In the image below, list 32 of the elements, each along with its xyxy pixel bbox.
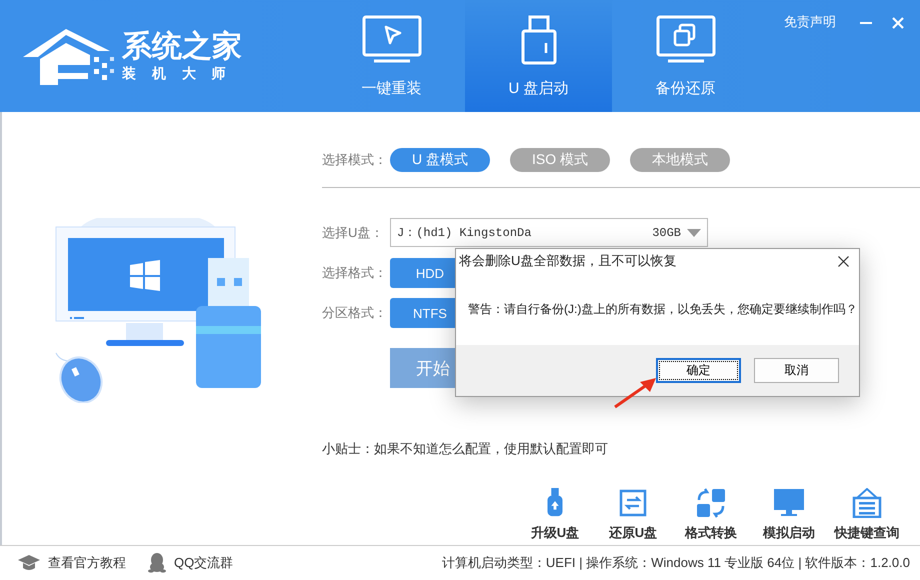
format-label: 选择格式： <box>322 264 388 282</box>
mortarboard-icon <box>18 555 40 571</box>
tip-text: 小贴士：如果不知道怎么配置，使用默认配置即可 <box>322 440 609 458</box>
tool-button[interactable]: 格式转换 <box>672 488 750 542</box>
monitor-cursor-icon <box>362 15 422 65</box>
dialog-message: 警告：请自行备份(J:)盘上的所有数据，以免丢失，您确定要继续制作吗？ <box>468 300 858 318</box>
dialog-button[interactable]: 确定 <box>656 358 741 383</box>
usb-upload-icon <box>545 488 565 518</box>
mode-label: 选择模式： <box>322 151 388 169</box>
pointer-arrow <box>614 378 656 408</box>
usb-drive-icon <box>518 15 558 65</box>
drive-label: 选择U盘： <box>322 224 384 242</box>
logo-subtitle: 装 机 大 师 <box>122 65 233 83</box>
tool-button[interactable]: 升级U盘 <box>516 488 594 542</box>
footer-link[interactable]: QQ交流群 <box>148 553 234 573</box>
convert-blocks-icon <box>696 488 726 518</box>
tool-button[interactable]: 还原U盘 <box>594 488 672 542</box>
tool-button[interactable]: 快捷键查询 <box>828 488 906 542</box>
tool-button[interactable]: 模拟启动 <box>750 488 828 542</box>
swap-arrows-icon <box>619 488 647 518</box>
partition-label: 分区格式： <box>322 304 388 322</box>
monitor-icon <box>774 488 804 518</box>
caret-icon <box>687 228 701 236</box>
logo-title: 系统之家 <box>122 29 242 65</box>
footer-link[interactable]: 查看官方教程 <box>18 553 126 573</box>
monitor-copy-icon <box>656 15 716 65</box>
system-info-text: 计算机启动类型：UEFI | 操作系统：Windows 11 专业版 64位 | 软件版本：1.2.0.0 <box>442 554 910 572</box>
close-icon[interactable] <box>838 256 849 266</box>
dialog-button[interactable]: 取消 <box>754 358 839 383</box>
drive-dropdown[interactable]: J：(hd1) KingstonDa 30GB <box>390 218 708 247</box>
hanging-sign-icon <box>852 488 882 518</box>
penguin-icon <box>148 553 166 573</box>
